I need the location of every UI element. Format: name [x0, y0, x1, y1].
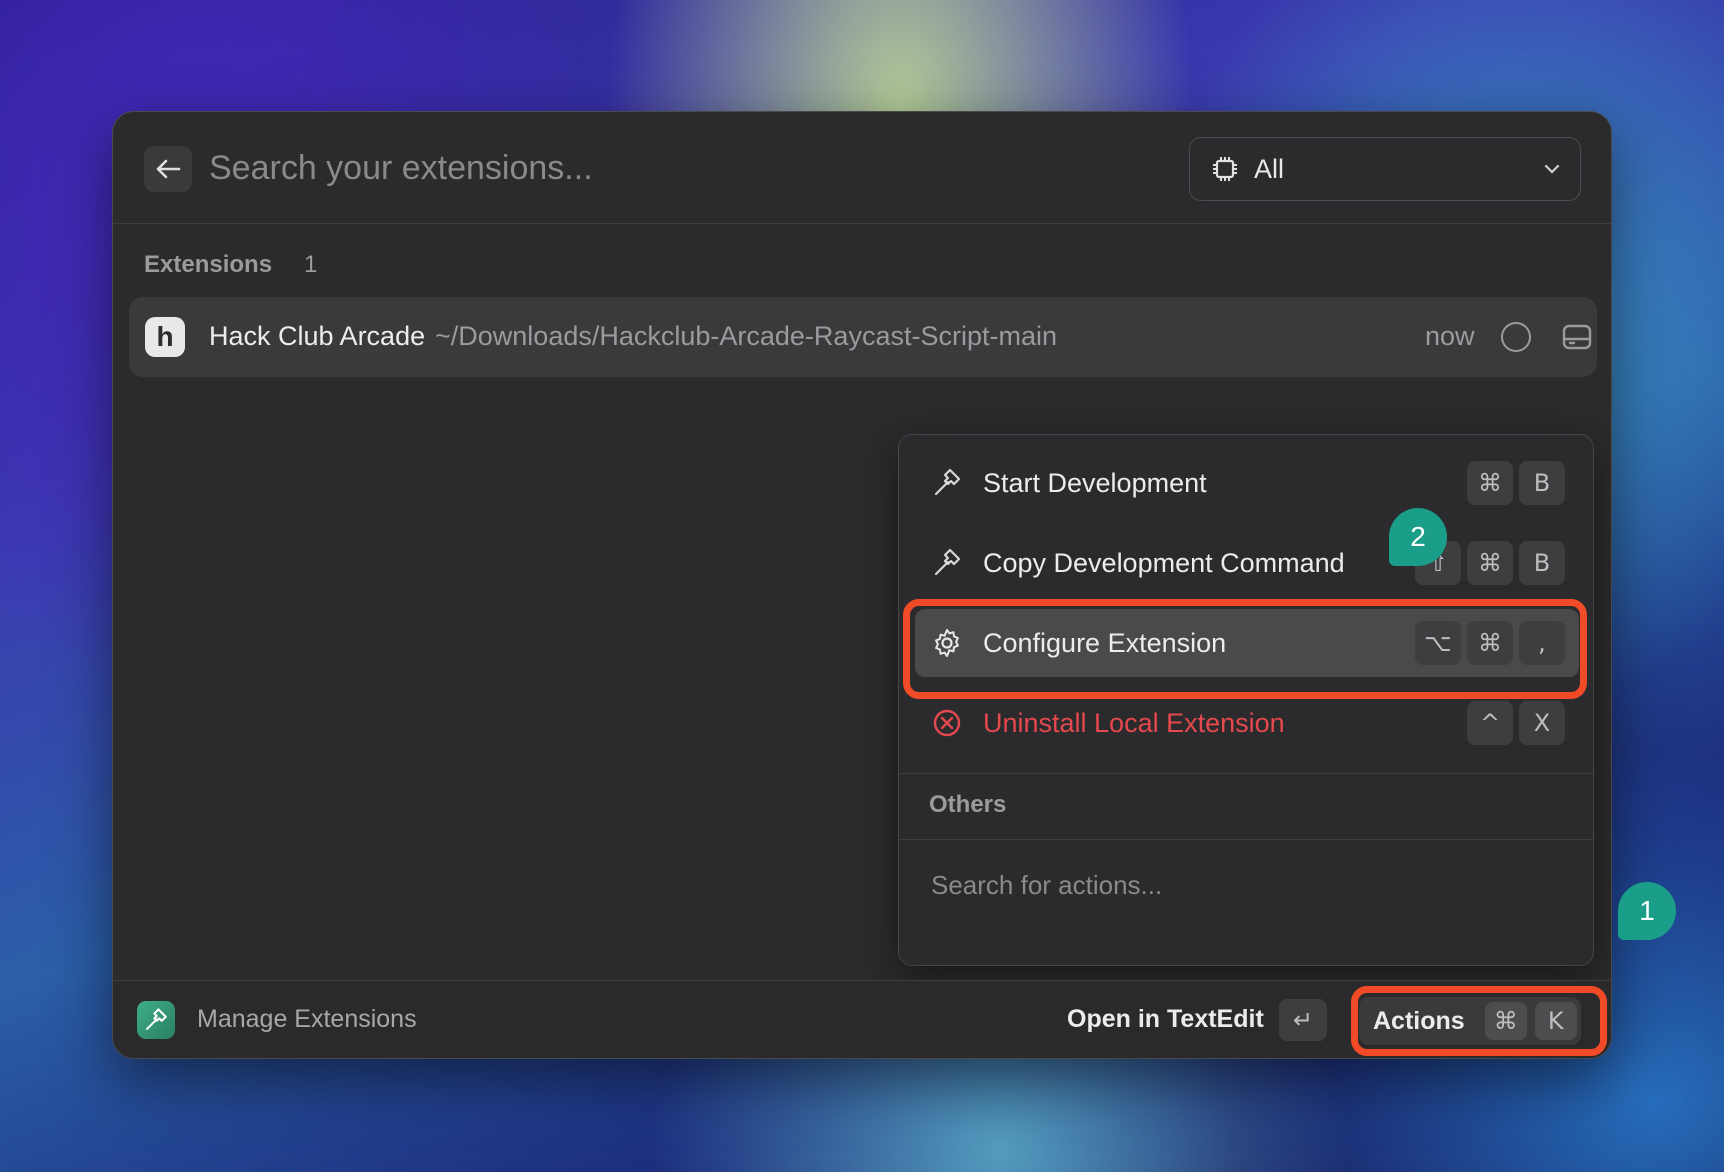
back-button[interactable]: [144, 146, 192, 192]
key-x: X: [1519, 701, 1565, 745]
filter-dropdown[interactable]: All: [1189, 137, 1581, 201]
hammer-icon: [137, 1001, 175, 1039]
menu-item-copy-development-command[interactable]: Copy Development Command ⇧ ⌘ B: [915, 529, 1579, 597]
key-cmd: ⌘: [1467, 541, 1513, 585]
menu-item-start-development[interactable]: Start Development ⌘ B: [915, 449, 1579, 517]
x-circle-icon: [933, 709, 961, 737]
hammer-icon: [934, 468, 961, 496]
chip-icon: [1213, 157, 1237, 181]
drive-icon: [1562, 324, 1592, 350]
item-title: Hack Club Arcade: [209, 321, 426, 351]
step-badge-1: 1: [1618, 882, 1676, 940]
footer-title: Manage Extensions: [197, 1005, 417, 1033]
highlight-actions-button: [1351, 986, 1607, 1056]
search-input[interactable]: [209, 142, 1109, 194]
menu-section-title: Others: [929, 791, 1007, 818]
shortcut-keys: ⌘ B: [1467, 461, 1565, 505]
step-badge-2: 2: [1389, 508, 1447, 566]
menu-item-uninstall-local-extension[interactable]: Uninstall Local Extension ^ X: [915, 689, 1579, 757]
badge-number: 2: [1410, 521, 1426, 552]
item-path: ~/Downloads/Hackclub-Arcade-Raycast-Scri…: [435, 321, 1057, 351]
badge-number: 1: [1639, 895, 1655, 926]
list-item[interactable]: h Hack Club Arcade ~/Downloads/Hackclub-…: [129, 297, 1597, 377]
section-title: Extensions: [144, 251, 273, 278]
app-icon: h: [145, 317, 185, 357]
highlight-configure-extension: [903, 599, 1587, 699]
hammer-glyph-icon: [146, 1008, 167, 1030]
menu-divider: [899, 773, 1593, 774]
actions-search-input[interactable]: [931, 863, 1551, 907]
filter-value: All: [1254, 153, 1285, 184]
key-control: ^: [1467, 701, 1513, 745]
open-in-textedit-button[interactable]: Open in TextEdit: [1067, 1005, 1264, 1034]
section-count: 1: [304, 251, 318, 278]
menu-item-label: Start Development: [983, 468, 1207, 498]
chevron-down-icon: [1544, 164, 1560, 174]
status-circle-icon: [1501, 322, 1531, 352]
menu-item-label: Copy Development Command: [983, 548, 1345, 578]
menu-divider: [899, 839, 1593, 840]
actions-menu: Start Development ⌘ B Copy Development C…: [898, 434, 1594, 966]
key-cmd: ⌘: [1467, 461, 1513, 505]
hammer-icon: [934, 548, 961, 576]
key-b: B: [1519, 541, 1565, 585]
key-b: B: [1519, 461, 1565, 505]
shortcut-keys: ^ X: [1467, 701, 1565, 745]
arrow-left-icon: [156, 159, 181, 179]
key-enter: ↵: [1279, 999, 1327, 1041]
raycast-window: All Extensions 1 h Hack Club Arcade ~/Do…: [112, 111, 1612, 1059]
item-time: now: [1425, 321, 1475, 351]
search-bar: All: [113, 112, 1611, 224]
menu-item-label: Uninstall Local Extension: [983, 708, 1285, 738]
